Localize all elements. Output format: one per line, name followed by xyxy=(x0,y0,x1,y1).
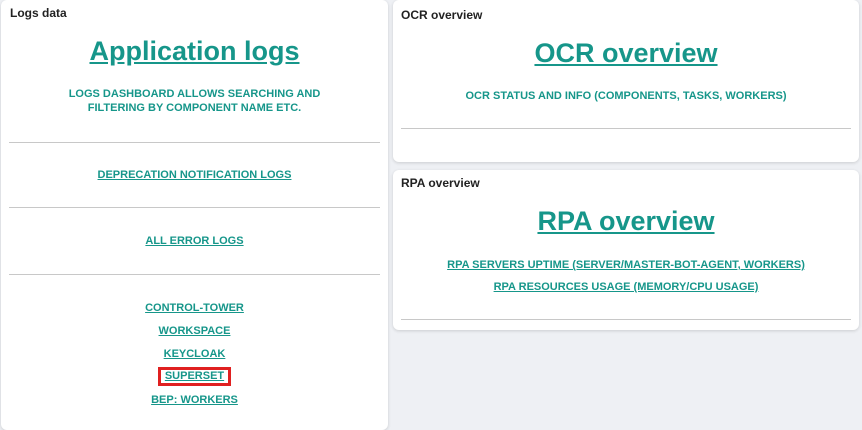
rpa-servers-uptime-link[interactable]: RPA SERVERS UPTIME (SERVER/MASTER-BOT-AG… xyxy=(393,258,859,272)
rpa-overview-link[interactable]: RPA overview xyxy=(393,206,859,237)
all-error-logs-link[interactable]: ALL ERROR LOGS xyxy=(1,234,388,248)
control-tower-logs-link[interactable]: CONTROL-TOWER xyxy=(1,301,388,315)
divider xyxy=(401,319,851,320)
logs-description-line1: LOGS DASHBOARD ALLOWS SEARCHING AND xyxy=(68,88,321,100)
divider xyxy=(9,274,380,275)
superset-logs-link-wrapper: SUPERSET xyxy=(1,367,388,386)
panel-title: RPA overview xyxy=(401,176,480,190)
superset-logs-link[interactable]: SUPERSET xyxy=(157,367,232,386)
application-logs-link[interactable]: Application logs xyxy=(1,36,388,67)
keycloak-logs-link[interactable]: KEYCLOAK xyxy=(1,347,388,361)
ocr-status-link[interactable]: OCR STATUS AND INFO (COMPONENTS, TASKS, … xyxy=(393,89,859,103)
bep-workers-logs-link[interactable]: BEP: WORKERS xyxy=(1,393,388,407)
divider xyxy=(9,142,380,143)
logs-data-panel: Logs data Application logs LOGS DASHBOAR… xyxy=(1,0,388,430)
ocr-overview-panel: OCR overview OCR overview OCR STATUS AND… xyxy=(393,0,859,162)
rpa-resources-usage-link[interactable]: RPA RESOURCES USAGE (MEMORY/CPU USAGE) xyxy=(393,280,859,294)
ocr-overview-link[interactable]: OCR overview xyxy=(393,38,859,69)
rpa-overview-panel: RPA overview RPA overview RPA SERVERS UP… xyxy=(393,170,859,330)
divider xyxy=(401,128,851,129)
logs-description-line2: FILTERING BY COMPONENT NAME ETC. xyxy=(87,102,302,114)
deprecation-notification-logs-link[interactable]: DEPRECATION NOTIFICATION LOGS xyxy=(1,168,388,182)
workspace-logs-link[interactable]: WORKSPACE xyxy=(1,324,388,338)
panel-title: Logs data xyxy=(10,6,67,20)
panel-title: OCR overview xyxy=(401,8,483,22)
divider xyxy=(9,207,380,208)
